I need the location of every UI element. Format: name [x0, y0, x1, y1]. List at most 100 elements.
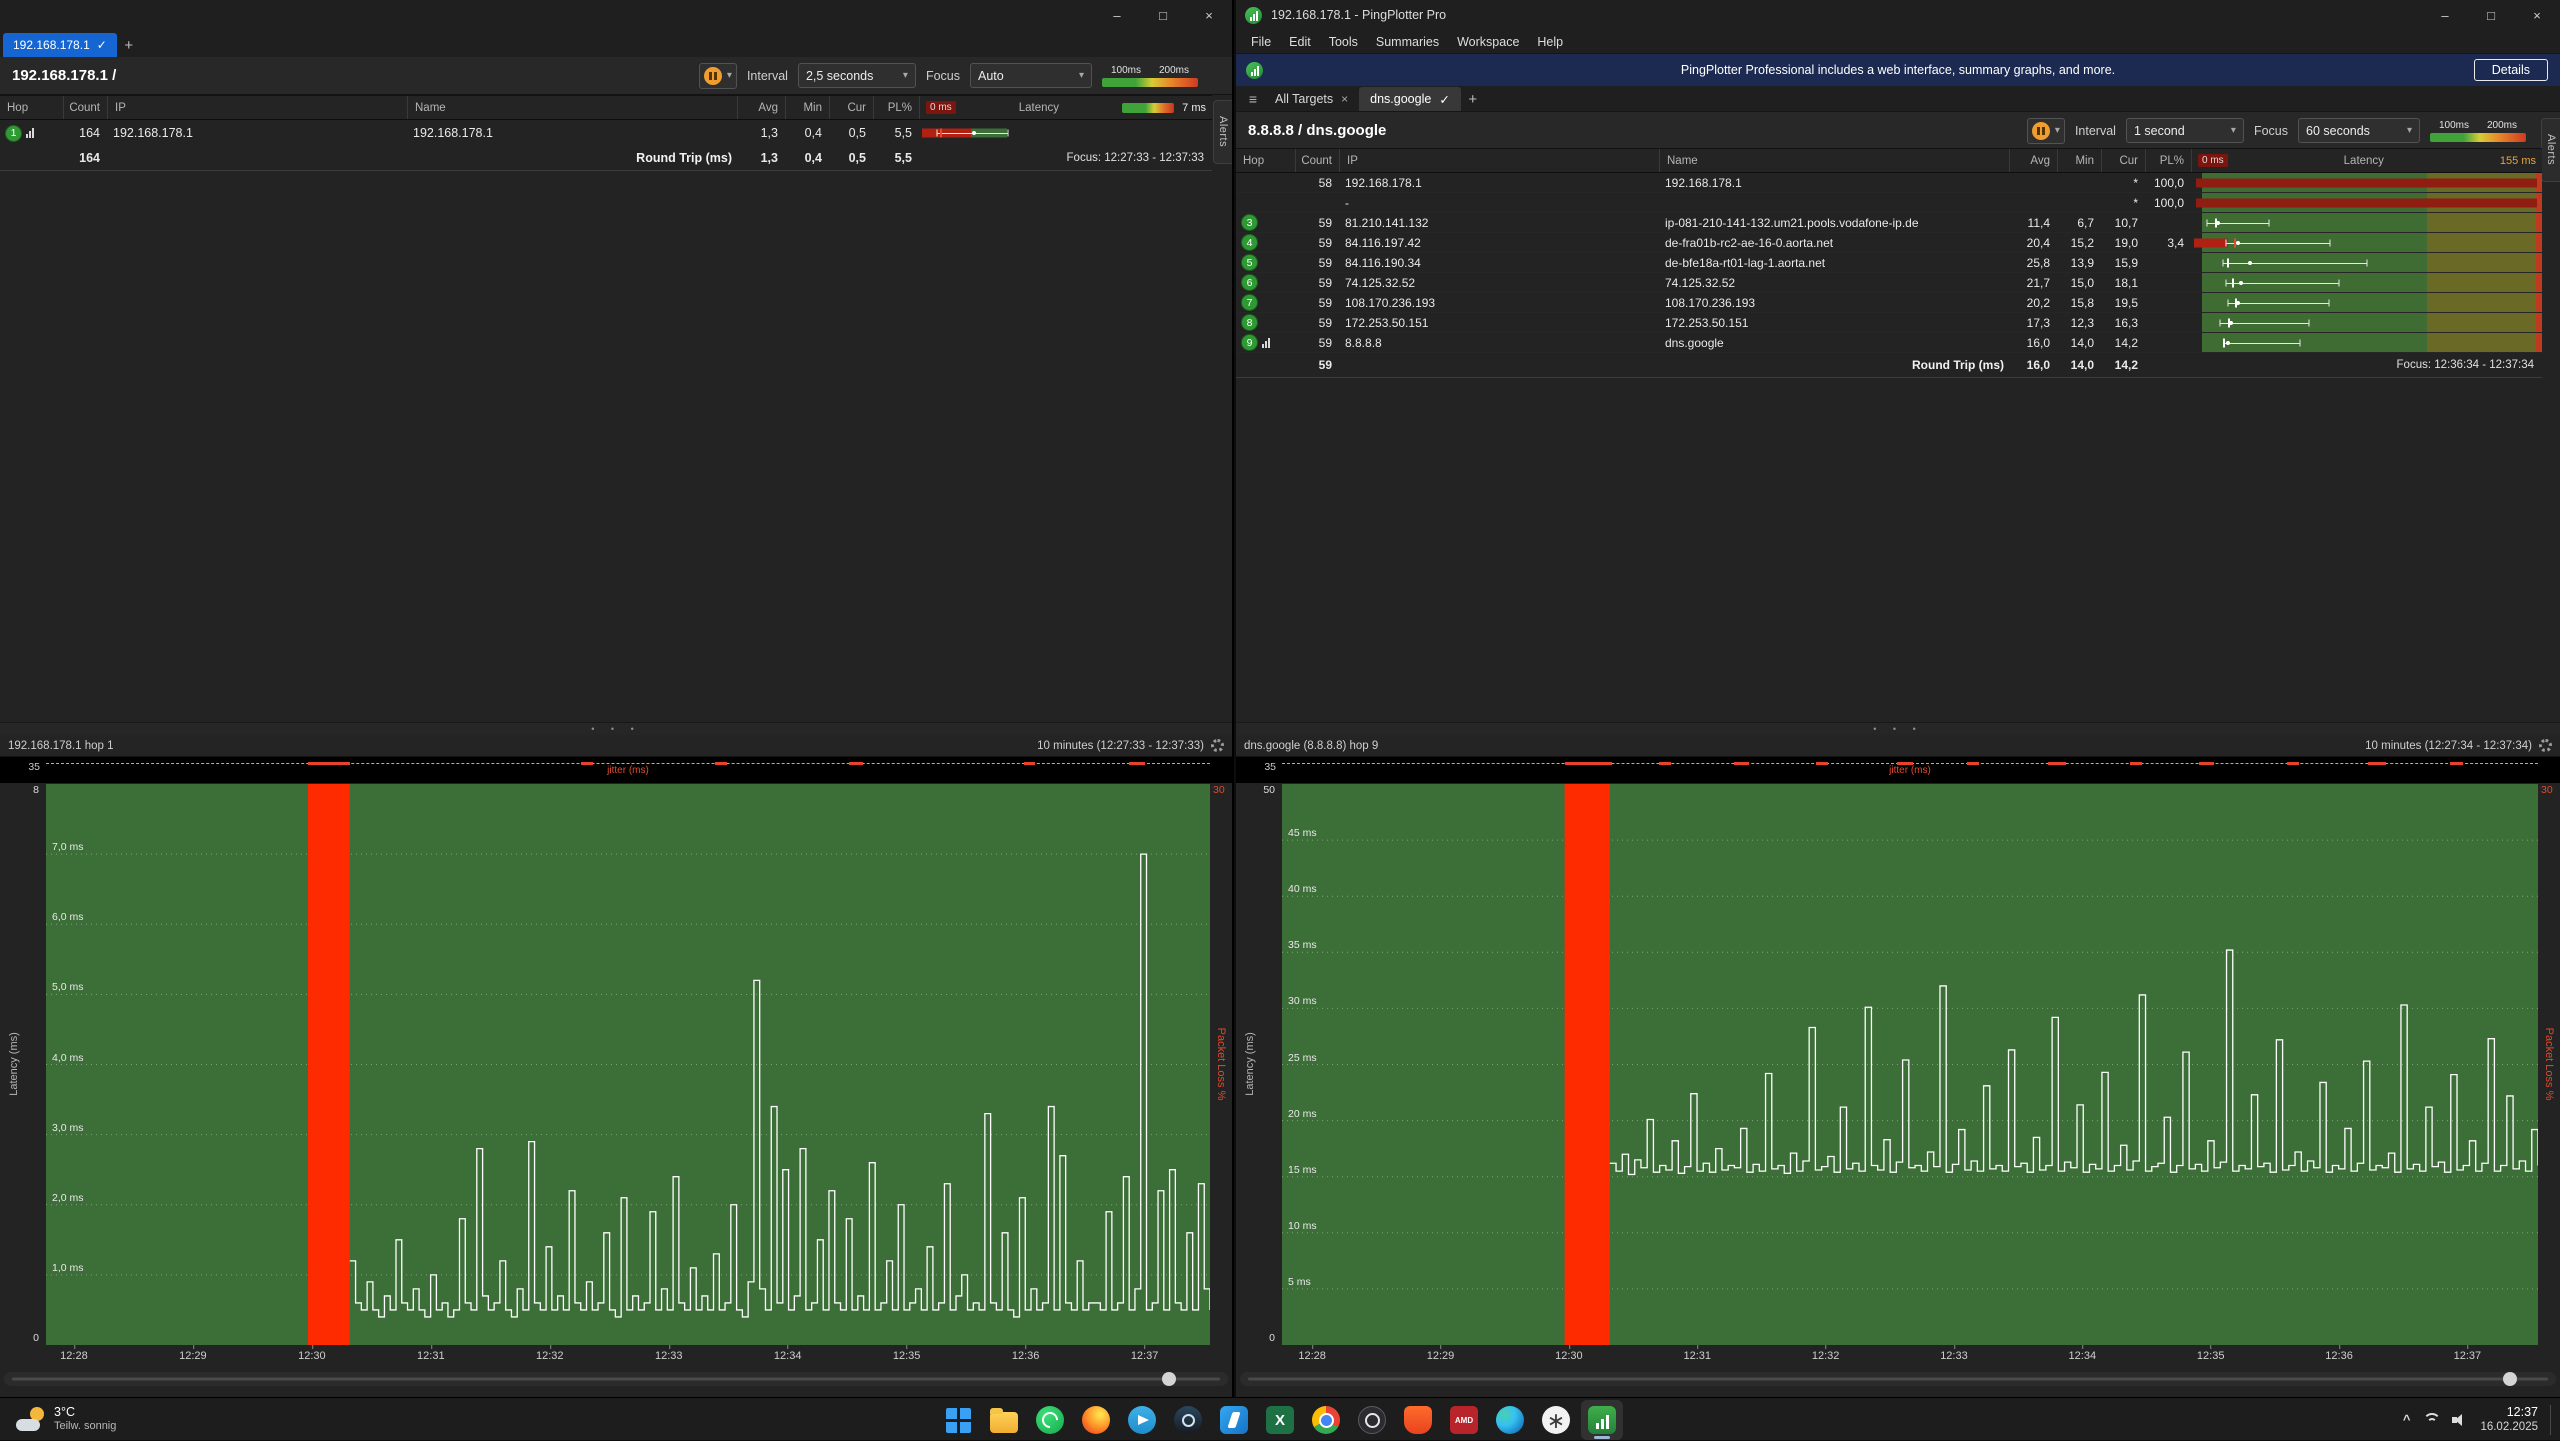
scrollbar-handle[interactable] [2503, 1372, 2517, 1386]
gear-icon[interactable] [2539, 739, 2552, 752]
col-pl[interactable]: PL% [2146, 149, 2192, 172]
pause-button[interactable]: ▾ [699, 63, 737, 89]
col-min[interactable]: Min [2058, 149, 2102, 172]
hop-row[interactable]: 759108.170.236.193108.170.236.19320,215,… [1236, 293, 2542, 313]
col-hop[interactable]: Hop [0, 96, 64, 119]
col-count[interactable]: Count [64, 96, 108, 119]
focus-select[interactable]: 60 seconds ▾ [2298, 118, 2420, 143]
col-min[interactable]: Min [786, 96, 830, 119]
col-ip[interactable]: IP [108, 96, 408, 119]
hop-row[interactable]: 35981.210.141.132ip-081-210-141-132.um21… [1236, 213, 2542, 233]
latency-timeline-plot[interactable]: 45 ms40 ms35 ms30 ms25 ms20 ms15 ms10 ms… [1282, 783, 2538, 1345]
details-button[interactable]: Details [2474, 59, 2548, 81]
taskbar-icon-amd[interactable] [1443, 1400, 1485, 1440]
taskbar-icon-obs[interactable] [1351, 1400, 1393, 1440]
taskbar-icon-vscode[interactable] [1213, 1400, 1255, 1440]
toolbar: 8.8.8.8 / dns.google ▾ Interval 1 second… [1236, 112, 2560, 150]
col-count[interactable]: Count [1296, 149, 1340, 172]
alerts-tab[interactable]: Alerts [2541, 118, 2560, 182]
focus-select[interactable]: Auto ▾ [970, 63, 1092, 88]
weather-widget[interactable]: 3°C Teilw. sonnig [8, 1398, 124, 1441]
hop-row[interactable]: 859172.253.50.151172.253.50.15117,312,31… [1236, 313, 2542, 333]
hop-row[interactable]: 55984.116.190.34de-bfe18a-rt01-lag-1.aor… [1236, 253, 2542, 273]
pause-button[interactable]: ▾ [2027, 118, 2065, 144]
taskbar-icon-excel[interactable] [1259, 1400, 1301, 1440]
taskbar-icon-file-explorer[interactable] [983, 1400, 1025, 1440]
close-button[interactable]: × [2514, 0, 2560, 30]
tab-target[interactable]: 192.168.178.1 ✓ [3, 33, 117, 57]
col-name[interactable]: Name [1660, 149, 2010, 172]
table-header[interactable]: Hop Count IP Name Avg Min Cur PL% 0 ms L… [0, 95, 1212, 120]
col-cur[interactable]: Cur [2102, 149, 2146, 172]
minimize-button[interactable]: – [1094, 0, 1140, 30]
menu-workspace[interactable]: Workspace [1448, 35, 1528, 49]
col-ip[interactable]: IP [1340, 149, 1660, 172]
tab-all-targets[interactable]: All Targets × [1264, 87, 1359, 111]
menu-file[interactable]: File [1242, 35, 1280, 49]
taskbar-icon-firefox[interactable] [1075, 1400, 1117, 1440]
right-titlebar[interactable]: 192.168.178.1 - PingPlotter Pro – □ × [1236, 0, 2560, 30]
chevron-down-icon: ▾ [903, 70, 908, 81]
interval-select[interactable]: 2,5 seconds ▾ [798, 63, 916, 88]
check-icon: ✓ [97, 38, 107, 52]
menu-summaries[interactable]: Summaries [1367, 35, 1448, 49]
menu-help[interactable]: Help [1528, 35, 1572, 49]
taskbar-icon-start[interactable] [937, 1400, 979, 1440]
new-tab-button[interactable]: + [1461, 87, 1485, 111]
col-pl[interactable]: PL% [874, 96, 920, 119]
latency-scale-legend: 100ms 200ms [1102, 65, 1198, 87]
tab-dns-google[interactable]: dns.google ✓ [1359, 87, 1461, 111]
latency-timeline-graph: 35 jitter (ms) 8 Latency (ms) 0 7,0 ms6,… [0, 757, 1232, 1365]
taskbar-icon-pingplotter[interactable] [1581, 1400, 1623, 1440]
col-cur[interactable]: Cur [830, 96, 874, 119]
taskbar-icon-steam[interactable] [1167, 1400, 1209, 1440]
minimize-button[interactable]: – [2422, 0, 2468, 30]
col-latency[interactable]: 0 ms Latency 155 ms [2192, 149, 2542, 172]
pane-splitter[interactable]: • • • [1236, 722, 2560, 735]
taskbar-icon-edge[interactable] [1489, 1400, 1531, 1440]
interval-select[interactable]: 1 second ▾ [2126, 118, 2244, 143]
tray-chevron-up-icon[interactable]: ^ [2403, 1412, 2411, 1427]
taskbar-icon-chrome[interactable] [1305, 1400, 1347, 1440]
tab-strip: 192.168.178.1 ✓ + [0, 30, 1232, 58]
maximize-button[interactable]: □ [1140, 0, 1186, 30]
scrollbar-handle[interactable] [1162, 1372, 1176, 1386]
hop-row[interactable]: -*100,0 [1236, 193, 2542, 213]
hop-row[interactable]: 1164192.168.178.1192.168.178.11,30,40,55… [0, 120, 1212, 146]
left-titlebar[interactable]: – □ × [0, 0, 1232, 30]
taskbar-icon-chatgpt[interactable] [1535, 1400, 1577, 1440]
menu-tools[interactable]: Tools [1320, 35, 1367, 49]
taskbar-icon-brave[interactable] [1397, 1400, 1439, 1440]
table-header[interactable]: Hop Count IP Name Avg Min Cur PL% 0 ms L… [1236, 148, 2542, 173]
taskbar-clock[interactable]: 12:37 16.02.2025 [2480, 1404, 2538, 1435]
hop-row[interactable]: 58192.168.178.1192.168.178.1*100,0 [1236, 173, 2542, 193]
hop-row[interactable]: 45984.116.197.42de-fra01b-rc2-ae-16-0.ao… [1236, 233, 2542, 253]
col-avg[interactable]: Avg [2010, 149, 2058, 172]
close-button[interactable]: × [1186, 0, 1232, 30]
hop-row[interactable]: 9598.8.8.8dns.google16,014,014,2 [1236, 333, 2542, 353]
time-scrollbar[interactable] [1240, 1372, 2556, 1386]
show-desktop-button[interactable] [2550, 1405, 2554, 1435]
scale-min: 0 ms [2198, 154, 2228, 167]
maximize-button[interactable]: □ [2468, 0, 2514, 30]
network-icon[interactable] [2422, 1413, 2440, 1426]
col-avg[interactable]: Avg [738, 96, 786, 119]
col-hop[interactable]: Hop [1236, 149, 1296, 172]
alerts-tab[interactable]: Alerts [1213, 100, 1232, 164]
latency-timeline-plot[interactable]: 7,0 ms6,0 ms5,0 ms4,0 ms3,0 ms2,0 ms1,0 … [46, 783, 1210, 1345]
taskbar-icon-whatsapp[interactable] [1029, 1400, 1071, 1440]
hop-row[interactable]: 65974.125.32.5274.125.32.5221,715,018,1 [1236, 273, 2542, 293]
taskbar-icon-telegram[interactable] [1121, 1400, 1163, 1440]
menu-edit[interactable]: Edit [1280, 35, 1320, 49]
volume-icon[interactable] [2452, 1414, 2468, 1426]
gear-icon[interactable] [1211, 739, 1224, 752]
target-list-icon[interactable]: ≡ [1242, 87, 1264, 111]
tab-strip: ≡ All Targets × dns.google ✓ + [1236, 86, 2560, 112]
col-name[interactable]: Name [408, 96, 738, 119]
time-scrollbar[interactable] [4, 1372, 1228, 1386]
hop-badge: 8 [1241, 314, 1258, 331]
close-tab-icon[interactable]: × [1341, 92, 1348, 106]
col-latency[interactable]: 0 ms Latency 7 ms [920, 96, 1212, 119]
pane-splitter[interactable]: • • • [0, 722, 1232, 735]
new-tab-button[interactable]: + [117, 33, 141, 57]
